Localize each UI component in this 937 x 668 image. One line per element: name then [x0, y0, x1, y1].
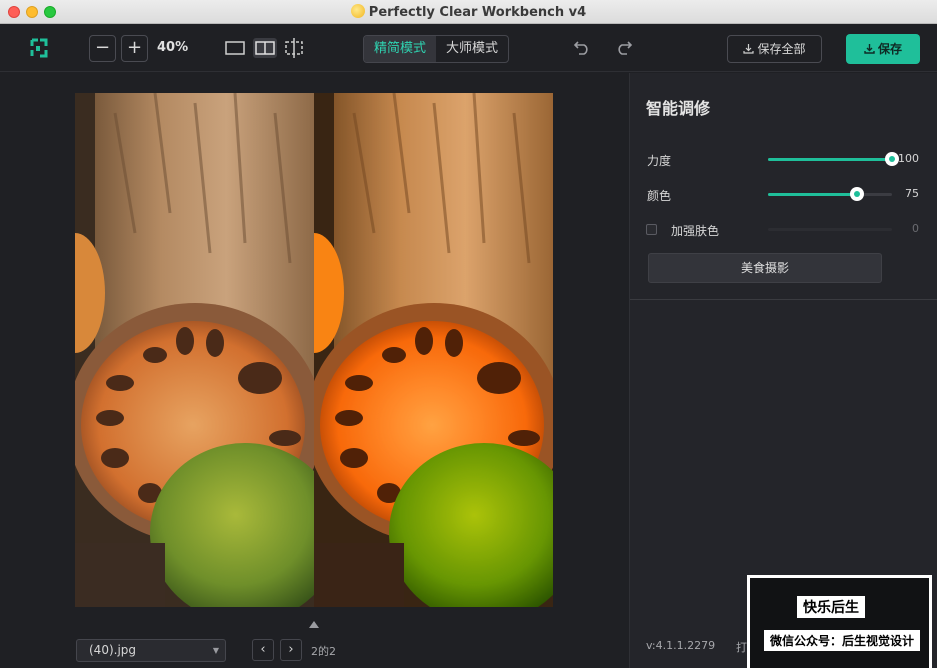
food-photo-preset-button[interactable]: 美食摄影 [648, 253, 882, 283]
save-all-label: 保存全部 [757, 42, 806, 56]
save-button[interactable]: 保存 [846, 34, 920, 64]
logo-icon [30, 38, 48, 58]
window-title: Perfectly Clear Workbench v4 [0, 4, 937, 20]
strength-value: 100 [898, 152, 919, 165]
mode-master-tab[interactable]: 大师模式 [436, 36, 508, 62]
download-icon [864, 44, 875, 54]
file-select-value: (40).jpg [89, 643, 137, 657]
prev-image-button[interactable]: ‹ [252, 639, 274, 661]
chevron-down-icon: ▼ [212, 646, 219, 655]
strength-slider[interactable] [768, 152, 899, 166]
title-bar: Perfectly Clear Workbench v4 [0, 0, 937, 24]
image-counter: 2的2 [311, 645, 336, 658]
skin-tone-slider [768, 228, 892, 231]
zoom-out-button[interactable]: − [89, 35, 116, 62]
color-label: 颜色 [647, 189, 672, 203]
strength-label: 力度 [647, 154, 672, 168]
redo-icon[interactable] [615, 38, 633, 56]
window-title-text: Perfectly Clear Workbench v4 [368, 5, 587, 20]
enhanced-image[interactable] [314, 93, 553, 607]
watermark-subtitle: 微信公众号：后生视觉设计 [764, 630, 921, 651]
original-image[interactable] [75, 93, 314, 607]
app-icon [350, 4, 365, 18]
save-all-button[interactable]: 保存全部 [727, 35, 822, 63]
save-label: 保存 [877, 42, 902, 56]
download-icon [743, 44, 755, 54]
color-value: 75 [905, 187, 919, 200]
mode-simple-tab[interactable]: 精简模式 [364, 36, 436, 62]
split-view-icon[interactable] [253, 38, 277, 58]
slider-fill [768, 158, 892, 161]
crop-view-icon[interactable] [284, 38, 306, 58]
expand-filmstrip-icon[interactable] [309, 621, 319, 628]
panel-title: 智能调修 [646, 99, 711, 118]
watermark-title: 快乐后生 [797, 596, 865, 618]
single-view-icon[interactable] [225, 40, 245, 56]
toolbar: − + 40% 精简模式 大师模式 保存全部 保存 [0, 24, 937, 72]
file-select[interactable]: (40).jpg ▼ [76, 639, 226, 662]
version-label: v:4.1.1.2279 [646, 639, 716, 652]
app-window: Perfectly Clear Workbench v4 − + 40% 精简模… [0, 0, 937, 668]
color-slider[interactable] [768, 187, 892, 201]
image-stage: (40).jpg ▼ ‹ › 2的2 [0, 73, 629, 668]
undo-icon[interactable] [573, 38, 591, 56]
zoom-in-button[interactable]: + [121, 35, 148, 62]
skin-tone-value: 0 [912, 222, 919, 235]
watermark: 快乐后生 微信公众号：后生视觉设计 [747, 575, 932, 668]
panel-divider [630, 299, 937, 300]
next-image-button[interactable]: › [280, 639, 302, 661]
skin-tone-label: 加强肤色 [671, 224, 720, 238]
slider-fill [768, 193, 858, 196]
skin-tone-checkbox[interactable] [646, 224, 657, 235]
zoom-level: 40% [157, 40, 189, 55]
mode-switch: 精简模式 大师模式 [363, 35, 509, 63]
slider-thumb[interactable] [850, 187, 865, 201]
